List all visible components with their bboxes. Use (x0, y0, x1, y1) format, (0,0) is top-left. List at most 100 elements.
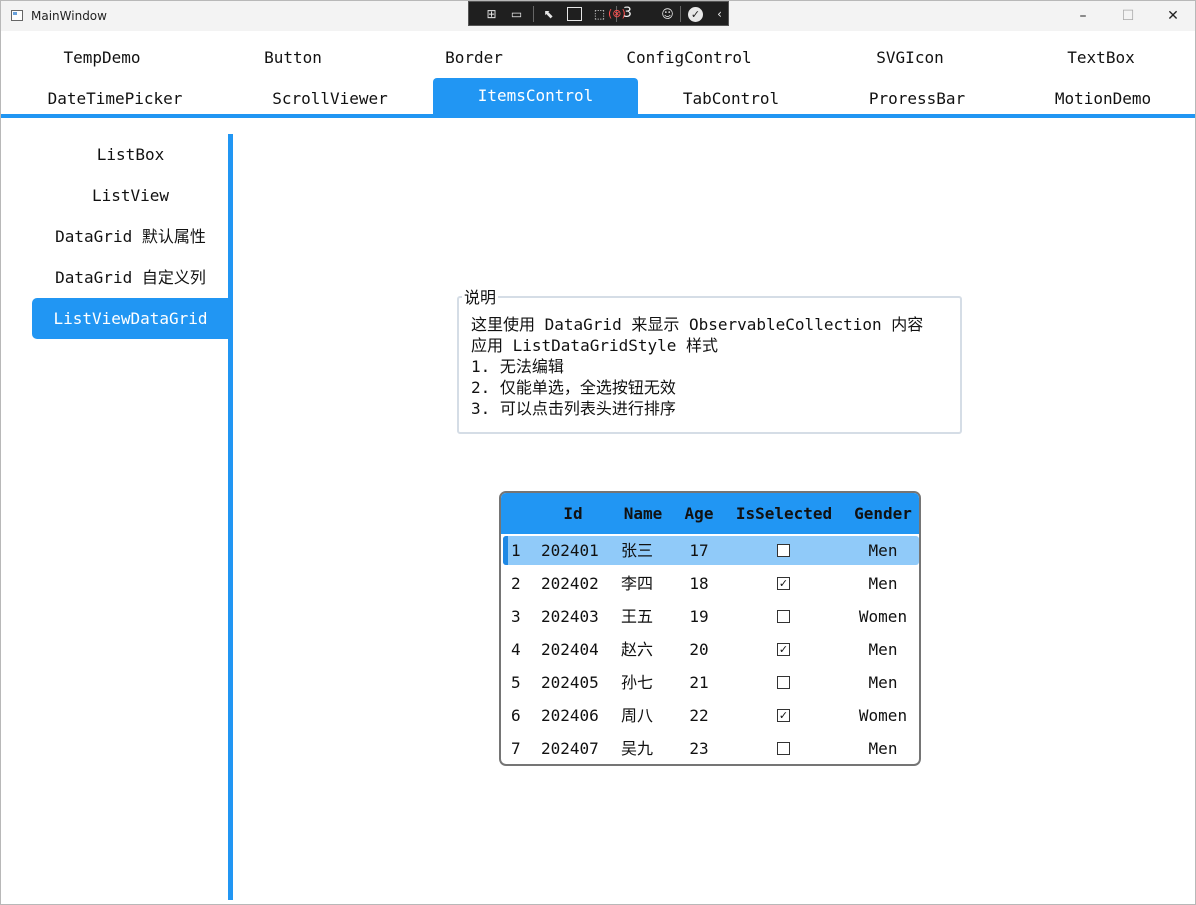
minimize-button[interactable]: – (1060, 1, 1106, 31)
app-icon (11, 10, 23, 21)
table-row[interactable]: 1 202401 张三 17 Men (501, 535, 919, 566)
row-index-cell: 5 (511, 673, 521, 692)
tab-configcontrol[interactable]: ConfigControl (609, 40, 769, 76)
isselected-checkbox[interactable] (777, 742, 790, 755)
tab-button[interactable]: Button (223, 40, 363, 76)
title-bar: MainWindow ⊞ ▭ ⬉ ⬚ (⊗) 3 ☺ ✓ ‹ – ☐ ✕ (1, 1, 1195, 31)
tab-tempdemo[interactable]: TempDemo (23, 40, 181, 76)
name-cell: 吴九 (621, 739, 654, 758)
side-nav-indicator-line (228, 134, 233, 900)
description-line: 1. 无法编辑 (471, 357, 564, 376)
description-line: 应用 ListDataGridStyle 样式 (471, 336, 719, 355)
row-index-cell: 3 (511, 607, 521, 626)
isselected-checkbox[interactable]: ✓ (777, 577, 790, 590)
table-row[interactable]: 6 202406 周八 22 Women ✓ (501, 700, 919, 731)
id-cell: 202403 (541, 607, 599, 626)
maximize-button[interactable]: ☐ (1105, 1, 1151, 31)
gender-cell: Men (868, 739, 898, 758)
tab-motiondemo[interactable]: MotionDemo (1017, 81, 1189, 117)
description-text: 这里使用 DataGrid 来显示 ObservableCollection 内… (471, 314, 923, 419)
live-visual-tree-icon[interactable]: ⊞ (484, 7, 499, 21)
side-item-datagrid-custom-columns[interactable]: DataGrid 自定义列 (32, 257, 229, 298)
tab-strip-underline (1, 114, 1195, 118)
table-row[interactable]: 7 202407 吴九 23 Men (501, 733, 919, 764)
isselected-checkbox[interactable]: ✓ (777, 709, 790, 722)
gender-cell: Men (868, 640, 898, 659)
hot-reload-ok-icon[interactable]: ✓ (688, 7, 703, 22)
gender-cell: Men (868, 673, 898, 692)
age-cell: 21 (689, 673, 709, 692)
collapse-toolbar-icon[interactable]: ‹ (712, 7, 727, 21)
record-icon[interactable]: ▭ (509, 7, 524, 21)
age-cell: 20 (689, 640, 709, 659)
name-cell: 赵六 (621, 640, 654, 659)
age-cell: 19 (689, 607, 709, 626)
name-cell: 李四 (621, 574, 654, 593)
tab-proressbar[interactable]: ProressBar (831, 81, 1003, 117)
debug-toolbar: ⊞ ▭ ⬉ ⬚ (⊗) 3 ☺ ✓ ‹ (468, 1, 729, 26)
tab-datetimepicker[interactable]: DateTimePicker (23, 81, 207, 117)
side-nav: ListBox ListView DataGrid 默认属性 DataGrid … (1, 134, 233, 904)
isselected-checkbox[interactable] (777, 544, 790, 557)
students-datagrid: Id Name Age IsSelected Gender 1 202401 张三 1… (499, 491, 921, 766)
select-element-icon[interactable]: ⬉ (541, 7, 556, 21)
gender-cell: Men (868, 541, 898, 560)
isselected-checkbox[interactable] (777, 676, 790, 689)
row-index-cell: 7 (511, 739, 521, 758)
description-legend: 说明 (462, 284, 499, 308)
accessibility-icon[interactable]: ☺ (660, 7, 675, 21)
id-cell: 202406 (541, 706, 599, 725)
name-cell: 张三 (621, 541, 654, 560)
column-header-name[interactable]: Name (619, 493, 667, 534)
age-cell: 17 (689, 541, 709, 560)
isselected-checkbox[interactable] (777, 610, 790, 623)
gender-cell: Women (858, 706, 908, 725)
close-button[interactable]: ✕ (1150, 1, 1195, 31)
main-window: MainWindow ⊞ ▭ ⬉ ⬚ (⊗) 3 ☺ ✓ ‹ – ☐ ✕ Tem… (0, 0, 1196, 905)
row-index-cell: 4 (511, 640, 521, 659)
description-line: 3. 可以点击列表头进行排序 (471, 399, 676, 418)
table-row[interactable]: 3 202403 王五 19 Women (501, 601, 919, 632)
binding-error-count[interactable]: 3 (623, 5, 632, 21)
track-focus-icon[interactable]: ⬚ (592, 7, 607, 21)
column-header-age[interactable]: Age (679, 493, 719, 534)
id-cell: 202401 (541, 541, 599, 560)
column-header-gender[interactable]: Gender (845, 493, 919, 534)
table-row[interactable]: 4 202404 赵六 20 Men ✓ (501, 634, 919, 665)
id-cell: 202407 (541, 739, 599, 758)
window-title: MainWindow (31, 9, 107, 23)
table-row[interactable]: 2 202402 李四 18 Men ✓ (501, 568, 919, 599)
side-item-datagrid-default[interactable]: DataGrid 默认属性 (32, 216, 229, 257)
id-cell: 202402 (541, 574, 599, 593)
tab-tabcontrol[interactable]: TabControl (638, 81, 824, 117)
column-header-isselected[interactable]: IsSelected (731, 493, 837, 534)
row-selection-marker (503, 536, 508, 565)
name-cell: 王五 (621, 607, 654, 626)
gender-cell: Men (868, 574, 898, 593)
age-cell: 23 (689, 739, 709, 758)
tab-border[interactable]: Border (405, 40, 543, 76)
side-item-listbox[interactable]: ListBox (32, 134, 229, 175)
side-item-listviewdatagrid[interactable]: ListViewDataGrid (32, 298, 229, 339)
isselected-checkbox[interactable]: ✓ (777, 643, 790, 656)
display-layout-adorners-icon[interactable] (567, 7, 582, 21)
row-index-cell: 1 (511, 541, 521, 560)
name-cell: 孙七 (621, 673, 654, 692)
table-row[interactable]: 5 202405 孙七 21 Men (501, 667, 919, 698)
description-line: 这里使用 DataGrid 来显示 ObservableCollection 内… (471, 315, 924, 334)
id-cell: 202404 (541, 640, 599, 659)
column-header-id[interactable]: Id (553, 493, 593, 534)
row-index-cell: 6 (511, 706, 521, 725)
row-index-cell: 2 (511, 574, 521, 593)
side-item-listview[interactable]: ListView (32, 175, 229, 216)
tab-textbox[interactable]: TextBox (1021, 40, 1181, 76)
age-cell: 22 (689, 706, 709, 725)
tab-itemscontrol[interactable]: ItemsControl (433, 78, 638, 114)
gender-cell: Women (858, 607, 908, 626)
tab-svgicon[interactable]: SVGIcon (831, 40, 989, 76)
tab-scrollviewer[interactable]: ScrollViewer (233, 81, 427, 117)
description-line: 2. 仅能单选，全选按钮无效 (471, 378, 676, 397)
datagrid-header: Id Name Age IsSelected Gender (501, 493, 919, 534)
top-tab-strip: TempDemo Button Border ConfigControl SVG… (1, 37, 1195, 117)
id-cell: 202405 (541, 673, 599, 692)
